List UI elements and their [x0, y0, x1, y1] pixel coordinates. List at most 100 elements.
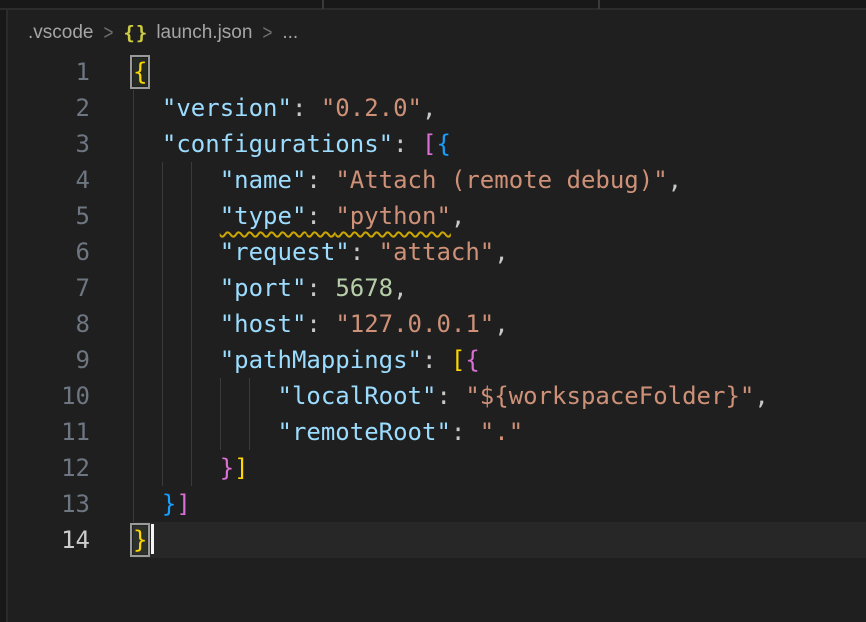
- indent-guide: [133, 126, 134, 162]
- indent-guide: [133, 306, 134, 342]
- indent-guide: [162, 450, 163, 486]
- indent-guide: [133, 486, 134, 522]
- code-token: ,: [451, 202, 465, 230]
- indent-spaces: [133, 166, 220, 194]
- code-token: ]: [176, 490, 190, 518]
- code-token: "localRoot": [278, 382, 437, 410]
- indent-guide: [191, 306, 192, 342]
- code-line-content[interactable]: "remoteRoot": ".": [133, 414, 866, 450]
- code-editor[interactable]: 1{2 "version": "0.2.0",3 "configurations…: [10, 54, 866, 558]
- chevron-right-icon: >: [262, 21, 272, 46]
- line-number[interactable]: 9: [10, 342, 90, 378]
- indent-spaces: [133, 130, 162, 158]
- code-line[interactable]: 3 "configurations": [{: [10, 126, 866, 162]
- indent-guide: [191, 270, 192, 306]
- breadcrumb-item-folder[interactable]: .vscode: [28, 22, 93, 44]
- code-line[interactable]: 4 "name": "Attach (remote debug)",: [10, 162, 866, 198]
- line-number[interactable]: 5: [10, 198, 90, 234]
- indent-spaces: [133, 454, 220, 482]
- indent-guide: [162, 414, 163, 450]
- code-line[interactable]: 2 "version": "0.2.0",: [10, 90, 866, 126]
- line-number[interactable]: 13: [10, 486, 90, 522]
- tab-divider: [322, 0, 324, 9]
- indent-guide: [133, 378, 134, 414]
- line-number[interactable]: 7: [10, 270, 90, 306]
- code-token: ,: [494, 310, 508, 338]
- code-token: :: [306, 274, 335, 302]
- code-line-content[interactable]: "type": "python",: [133, 198, 866, 234]
- code-token: "name": [220, 166, 307, 194]
- indent-guide: [191, 342, 192, 378]
- code-token: ".": [480, 418, 523, 446]
- code-line-content[interactable]: }: [133, 522, 866, 558]
- indent-spaces: [133, 94, 162, 122]
- line-number[interactable]: 14: [10, 522, 90, 558]
- indent-guide: [133, 234, 134, 270]
- code-token: ,: [668, 166, 682, 194]
- code-token: [: [451, 346, 465, 374]
- code-line[interactable]: 13 }]: [10, 486, 866, 522]
- line-number[interactable]: 10: [10, 378, 90, 414]
- code-token: "host": [220, 310, 307, 338]
- indent-guide: [191, 198, 192, 234]
- indent-guide: [162, 306, 163, 342]
- code-line[interactable]: 6 "request": "attach",: [10, 234, 866, 270]
- code-line[interactable]: 10 "localRoot": "${workspaceFolder}",: [10, 378, 866, 414]
- code-line[interactable]: 7 "port": 5678,: [10, 270, 866, 306]
- code-token: "127.0.0.1": [335, 310, 494, 338]
- breadcrumb-ellipsis[interactable]: ...: [282, 22, 298, 44]
- code-line-content[interactable]: "request": "attach",: [133, 234, 866, 270]
- breadcrumb-item-file[interactable]: launch.json: [156, 22, 252, 44]
- editor-pane: .vscode > {} launch.json > ... 1{2 "vers…: [0, 0, 866, 622]
- code-token: [: [422, 130, 436, 158]
- code-line-content[interactable]: "port": 5678,: [133, 270, 866, 306]
- code-token: :: [292, 94, 321, 122]
- line-number[interactable]: 1: [10, 54, 90, 90]
- line-number[interactable]: 8: [10, 306, 90, 342]
- code-line[interactable]: 14}: [10, 522, 866, 558]
- indent-guide: [220, 414, 221, 450]
- code-token: "port": [220, 274, 307, 302]
- indent-guide: [162, 162, 163, 198]
- code-line[interactable]: 5 "type": "python",: [10, 198, 866, 234]
- line-number[interactable]: 12: [10, 450, 90, 486]
- code-line-content[interactable]: {: [133, 54, 866, 90]
- code-line[interactable]: 8 "host": "127.0.0.1",: [10, 306, 866, 342]
- code-line-content[interactable]: }]: [133, 450, 866, 486]
- code-token: "Attach (remote debug)": [335, 166, 667, 194]
- indent-spaces: [133, 310, 220, 338]
- json-file-icon: {}: [123, 22, 148, 44]
- code-token: "attach": [379, 238, 495, 266]
- tab-divider: [598, 0, 600, 9]
- indent-spaces: [133, 346, 220, 374]
- code-token: "type": [220, 202, 307, 230]
- line-number[interactable]: 11: [10, 414, 90, 450]
- indent-guide: [133, 342, 134, 378]
- line-number[interactable]: 3: [10, 126, 90, 162]
- code-token: ,: [393, 274, 407, 302]
- bracket-match: {: [133, 58, 147, 86]
- code-line[interactable]: 1{: [10, 54, 866, 90]
- code-line-content[interactable]: }]: [133, 486, 866, 522]
- code-line-content[interactable]: "configurations": [{: [133, 126, 866, 162]
- line-number[interactable]: 4: [10, 162, 90, 198]
- code-line-content[interactable]: "host": "127.0.0.1",: [133, 306, 866, 342]
- text-cursor: [151, 524, 154, 554]
- code-line[interactable]: 9 "pathMappings": [{: [10, 342, 866, 378]
- chevron-right-icon: >: [103, 21, 113, 46]
- code-line-content[interactable]: "pathMappings": [{: [133, 342, 866, 378]
- indent-guide: [191, 414, 192, 450]
- line-number[interactable]: 6: [10, 234, 90, 270]
- indent-guide: [162, 198, 163, 234]
- code-line-content[interactable]: "localRoot": "${workspaceFolder}",: [133, 378, 866, 414]
- code-line[interactable]: 12 }]: [10, 450, 866, 486]
- sidebar-edge: [0, 10, 8, 622]
- code-token: ,: [494, 238, 508, 266]
- code-line-content[interactable]: "version": "0.2.0",: [133, 90, 866, 126]
- code-line[interactable]: 11 "remoteRoot": ".": [10, 414, 866, 450]
- indent-guide: [249, 378, 250, 414]
- code-line-content[interactable]: "name": "Attach (remote debug)",: [133, 162, 866, 198]
- warning-squiggle: "type": "python": [220, 202, 451, 230]
- line-number[interactable]: 2: [10, 90, 90, 126]
- indent-guide: [133, 414, 134, 450]
